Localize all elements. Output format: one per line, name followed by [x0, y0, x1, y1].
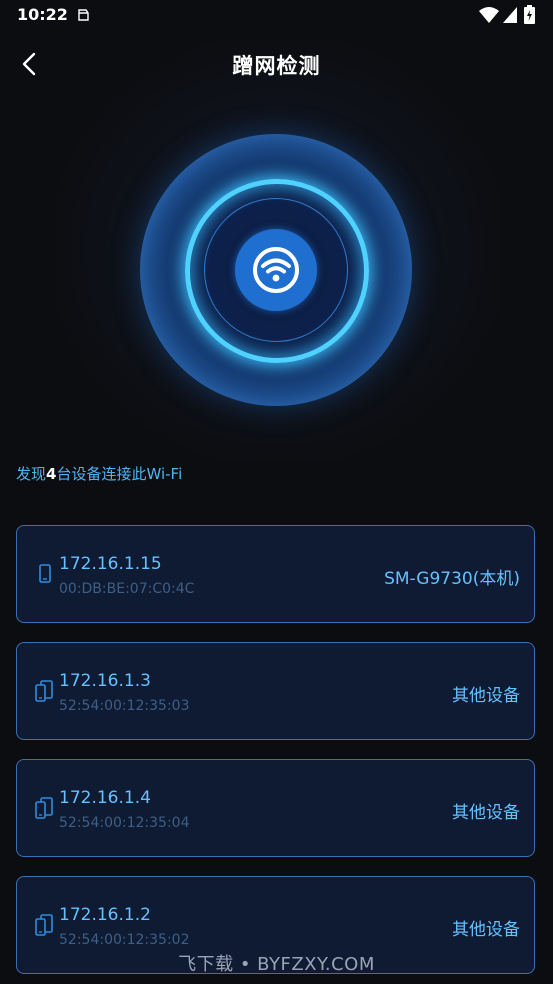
- device-name: 其他设备: [452, 803, 520, 823]
- device-card[interactable]: 172.16.1.15 00:DB:BE:07:C0:4C SM-G9730(本…: [16, 525, 535, 623]
- devices-icon: [35, 914, 53, 936]
- wifi-icon: [253, 247, 299, 293]
- device-mac: 00:DB:BE:07:C0:4C: [59, 581, 195, 597]
- notification-icon: [78, 9, 89, 21]
- status-time: 10:22: [17, 5, 68, 24]
- wifi-center-badge: [235, 229, 317, 311]
- device-name: 其他设备: [452, 920, 520, 940]
- device-card[interactable]: 172.16.1.3 52:54:00:12:35:03 其他设备: [16, 642, 535, 740]
- device-ip: 172.16.1.3: [59, 671, 151, 691]
- summary-suffix: 台设备连接此Wi-Fi: [56, 465, 183, 483]
- device-ip: 172.16.1.2: [59, 905, 151, 925]
- device-mac: 52:54:00:12:35:02: [59, 932, 190, 948]
- signal-icon: [503, 7, 517, 23]
- scan-radar: [140, 134, 412, 406]
- header: 蹭网检测: [0, 40, 553, 86]
- device-name: 其他设备: [452, 686, 520, 706]
- watermark: 飞下载 • BYFZXY.COM: [178, 954, 375, 975]
- device-mac: 52:54:00:12:35:04: [59, 815, 190, 831]
- summary-prefix: 发现: [16, 465, 47, 483]
- device-ip: 172.16.1.15: [59, 554, 162, 574]
- phone-icon: [39, 564, 51, 583]
- battery-icon: [524, 5, 535, 24]
- device-name: SM-G9730(本机): [384, 569, 520, 589]
- device-mac: 52:54:00:12:35:03: [59, 698, 190, 714]
- device-ip: 172.16.1.4: [59, 788, 151, 808]
- devices-icon: [35, 680, 53, 702]
- page-title: 蹭网检测: [232, 54, 321, 78]
- devices-icon: [35, 797, 53, 819]
- device-card[interactable]: 172.16.1.4 52:54:00:12:35:04 其他设备: [16, 759, 535, 857]
- device-count-summary: 发现4台设备连接此Wi-Fi: [16, 463, 182, 484]
- device-count: 4: [46, 465, 57, 483]
- wifi-icon: [479, 7, 499, 23]
- status-bar: 10:22: [0, 0, 553, 32]
